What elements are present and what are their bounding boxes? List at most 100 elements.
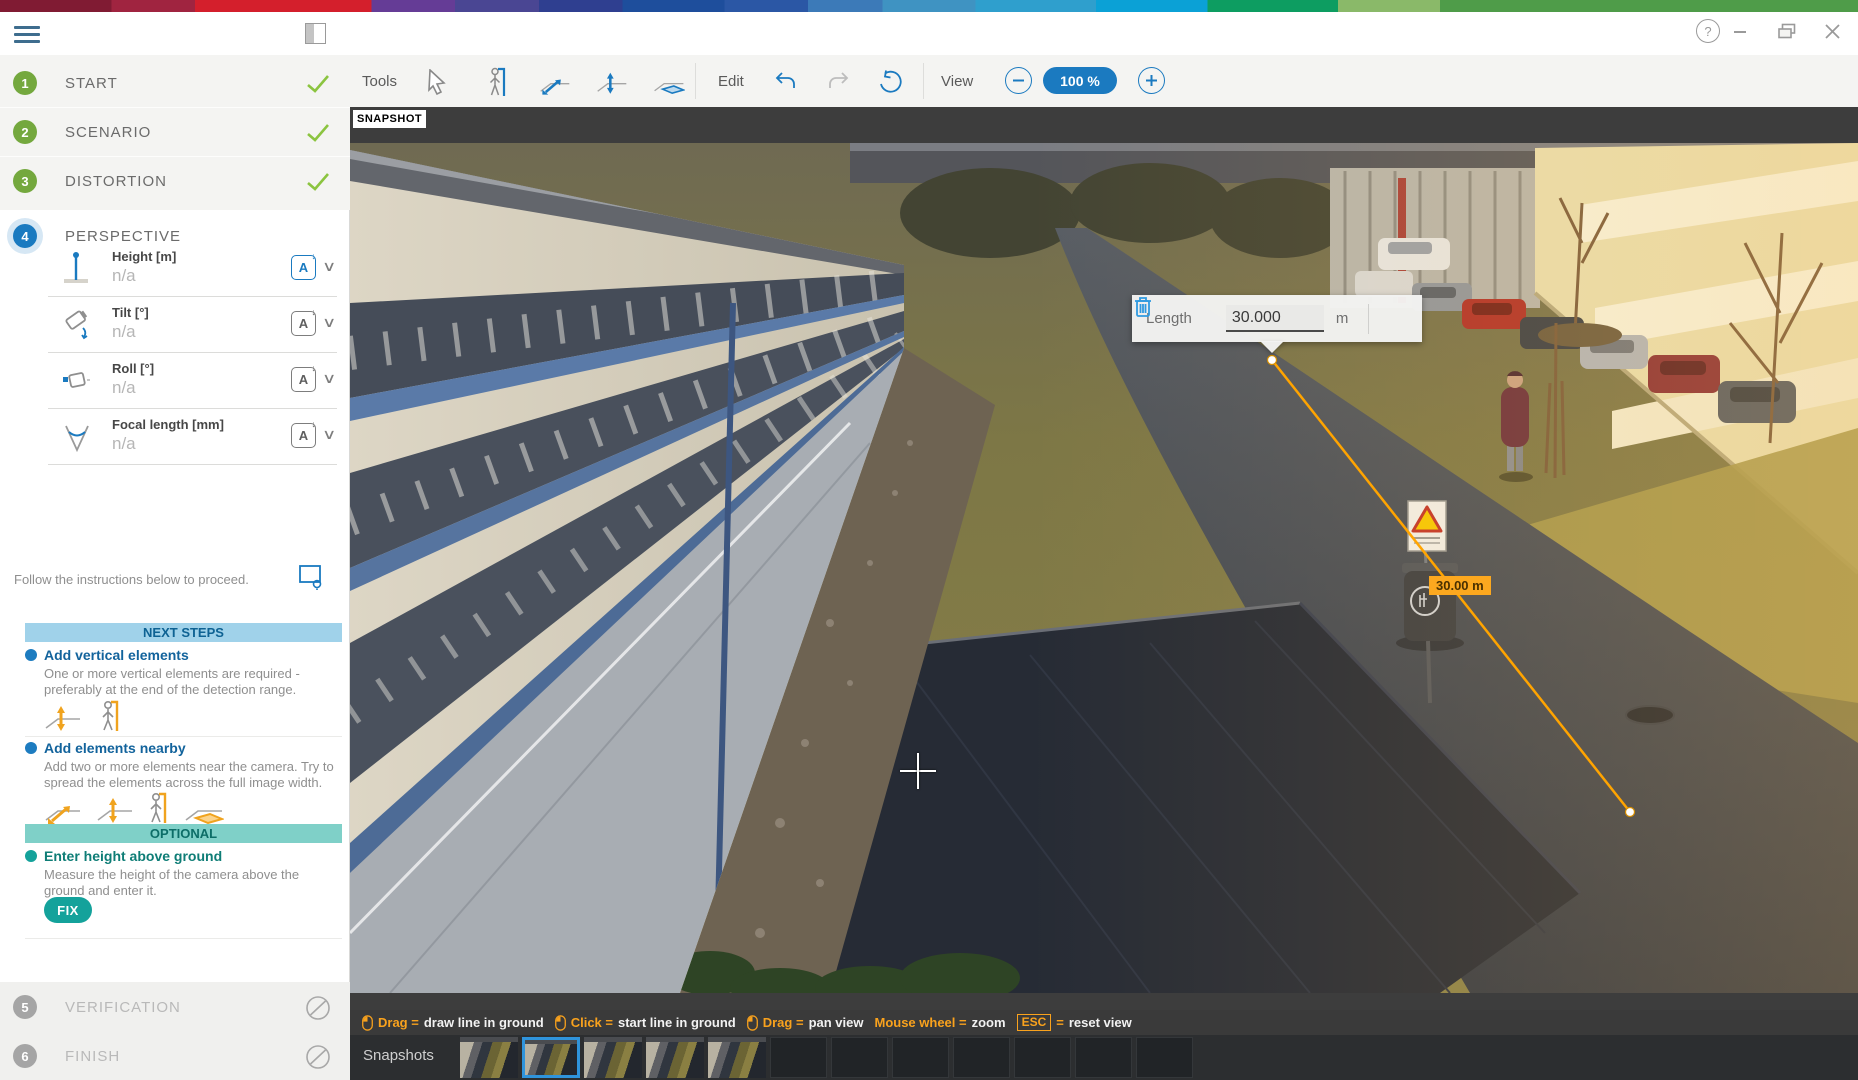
optional-header: OPTIONAL xyxy=(25,824,342,843)
step-label: SCENARIO xyxy=(65,124,151,141)
help-button[interactable]: ? xyxy=(1695,18,1721,44)
next-step-icons xyxy=(44,792,224,824)
roll-icon xyxy=(62,362,92,398)
sidebar-item-start[interactable]: 1 START xyxy=(0,59,350,107)
line-endpoint-end[interactable] xyxy=(1626,808,1635,817)
snapshot-thumbnail[interactable] xyxy=(646,1037,704,1078)
esc-keycap: ESC xyxy=(1017,1014,1052,1031)
scene-graphic xyxy=(350,143,1858,993)
measurement-length-badge: 30.00 m xyxy=(1429,576,1491,595)
minus-icon xyxy=(1012,74,1025,87)
step-label: VERIFICATION xyxy=(65,999,181,1016)
undo-button[interactable] xyxy=(770,66,802,98)
empty-slot xyxy=(1136,1037,1193,1078)
next-step-body: One or more vertical elements are requir… xyxy=(44,666,336,698)
panel-toggle-icon[interactable] xyxy=(305,23,326,44)
unit-label: m xyxy=(1336,310,1349,327)
step-check-icon xyxy=(304,120,332,146)
snapshots-bar: Snapshots ∨ xyxy=(350,1035,1858,1080)
auto-button[interactable]: A↓ xyxy=(291,311,316,336)
empty-slot xyxy=(953,1037,1010,1078)
param-value[interactable]: n/a xyxy=(112,434,136,454)
mouse-drag-icon xyxy=(362,1015,373,1031)
hint-zoom: Mouse wheel =zoom xyxy=(874,1015,1005,1030)
length-input[interactable] xyxy=(1226,305,1324,332)
snapshot-label: SNAPSHOT xyxy=(353,110,426,128)
reset-icon xyxy=(878,70,902,94)
snapshots-dropdown[interactable]: Snapshots ∨ xyxy=(363,1046,473,1064)
param-row-height: Height [m] n/a A↓ ∨ xyxy=(48,240,337,297)
param-value[interactable]: n/a xyxy=(112,378,136,398)
focal-length-icon xyxy=(62,418,92,454)
close-icon xyxy=(1825,24,1840,39)
sidebar-item-verification[interactable]: 5 VERIFICATION xyxy=(0,983,350,1031)
zoom-in-button[interactable] xyxy=(1138,67,1165,94)
reset-button[interactable] xyxy=(874,66,906,98)
sidebar-item-distortion[interactable]: 3 DISTORTION xyxy=(0,157,350,205)
sidebar-item-scenario[interactable]: 2 SCENARIO xyxy=(0,108,350,156)
param-row-focal-length: Focal length [mm] n/a A↓ ∨ xyxy=(48,408,337,465)
step-disabled-icon xyxy=(304,1044,332,1070)
optional-body: Measure the height of the camera above t… xyxy=(44,867,336,899)
redo-icon xyxy=(826,71,850,93)
step-number: 2 xyxy=(13,120,37,144)
optional-title: Enter height above ground xyxy=(44,848,222,864)
ground-line-tool-icon xyxy=(539,68,571,96)
zoom-level-badge[interactable]: 100 % xyxy=(1043,67,1117,94)
param-value[interactable]: n/a xyxy=(112,266,136,286)
param-label: Tilt [°] xyxy=(112,305,149,320)
snapshot-photo[interactable]: Length m 30.00 m xyxy=(350,143,1858,993)
step-disabled-icon xyxy=(304,995,332,1021)
bullet-icon xyxy=(25,742,37,754)
hint-reset-view: ESC =reset view xyxy=(1017,1014,1132,1031)
instructions-icon[interactable] xyxy=(298,563,324,591)
trash-icon xyxy=(1132,295,1154,319)
ground-plane-tool[interactable] xyxy=(653,66,685,98)
line-endpoint-start[interactable] xyxy=(1268,356,1277,365)
minimize-button[interactable] xyxy=(1727,18,1753,44)
next-steps-header: NEXT STEPS xyxy=(25,623,342,642)
vertical-element-tool[interactable] xyxy=(596,66,628,98)
mouse-drag-icon xyxy=(747,1015,758,1031)
fix-button[interactable]: FIX xyxy=(44,897,92,923)
cursor-tool[interactable] xyxy=(421,66,453,98)
divider xyxy=(25,736,342,737)
close-button[interactable] xyxy=(1819,18,1845,44)
zoom-out-button[interactable] xyxy=(1005,67,1032,94)
restore-button[interactable] xyxy=(1774,18,1800,44)
empty-slot xyxy=(831,1037,888,1078)
expand-chevron-icon[interactable]: ∨ xyxy=(322,426,336,443)
snapshot-viewer[interactable]: SNAPSHOT xyxy=(350,107,1858,1010)
edit-label: Edit xyxy=(718,73,744,90)
bullet-icon xyxy=(25,649,37,661)
redo-button[interactable] xyxy=(822,66,854,98)
snapshot-thumbnail-selected[interactable] xyxy=(522,1037,580,1078)
status-hint-bar: Drag =draw line in ground Click =start l… xyxy=(350,1010,1858,1035)
param-row-tilt: Tilt [°] n/a A↓ ∨ xyxy=(48,296,337,353)
vertical-element-icon xyxy=(44,702,82,732)
plus-icon xyxy=(1145,74,1158,87)
header-bar: ? xyxy=(0,12,1858,56)
param-value[interactable]: n/a xyxy=(112,322,136,342)
snapshot-thumbnail[interactable] xyxy=(708,1037,766,1078)
step-number: 4 xyxy=(13,224,37,248)
ground-line-tool[interactable] xyxy=(539,66,571,98)
sidebar-item-finish[interactable]: 6 FINISH xyxy=(0,1032,350,1080)
step-check-icon xyxy=(304,169,332,195)
empty-slot xyxy=(892,1037,949,1078)
snapshot-thumbnail[interactable] xyxy=(460,1037,518,1078)
hamburger-menu-icon[interactable] xyxy=(14,26,40,43)
auto-button[interactable]: A↓ xyxy=(291,423,316,448)
person-tool[interactable] xyxy=(482,66,514,98)
expand-chevron-icon[interactable]: ∨ xyxy=(322,314,336,331)
expand-chevron-icon[interactable]: ∨ xyxy=(322,258,336,275)
expand-chevron-icon[interactable]: ∨ xyxy=(322,370,336,387)
minimize-icon xyxy=(1733,24,1747,38)
auto-button[interactable]: A↓ xyxy=(291,367,316,392)
vertical-element-tool-icon xyxy=(596,68,628,96)
auto-button[interactable]: A↓ xyxy=(291,255,316,280)
toolbar-divider xyxy=(695,63,696,99)
toolbar-divider xyxy=(923,63,924,99)
next-step-icons xyxy=(44,700,122,732)
snapshot-thumbnail[interactable] xyxy=(584,1037,642,1078)
